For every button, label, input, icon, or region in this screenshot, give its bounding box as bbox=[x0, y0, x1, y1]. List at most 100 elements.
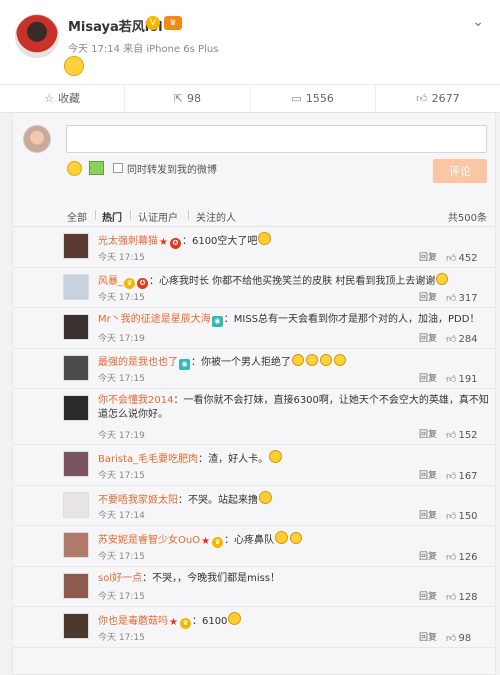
reply-button[interactable]: 回复 bbox=[419, 630, 437, 643]
tab-hot[interactable]: 热门 bbox=[102, 209, 122, 224]
favorite-label: 收藏 bbox=[58, 92, 81, 105]
comment-like-button[interactable]: 👍︎ 98 bbox=[446, 632, 471, 644]
laughing-emoji-icon bbox=[334, 353, 346, 366]
monkey-emoji-icon bbox=[290, 532, 303, 544]
commenter-avatar[interactable] bbox=[63, 613, 89, 639]
comment-like-button[interactable]: 👍︎ 128 bbox=[446, 591, 478, 603]
comment-like-count: 128 bbox=[458, 592, 478, 603]
reply-button[interactable]: 回复 bbox=[419, 589, 437, 602]
comment-panel: 同时转发到我的微博 评论 全部 热门 认证用户 关注的人 共500条 光太强刺幕… bbox=[12, 113, 497, 675]
reply-button[interactable]: 回复 bbox=[419, 508, 437, 521]
commenter-avatar[interactable] bbox=[63, 491, 89, 518]
repost-checkbox[interactable] bbox=[113, 163, 123, 173]
comment-like-button[interactable]: 👍︎ 452 bbox=[446, 252, 478, 264]
comment-like-count: 152 bbox=[458, 430, 478, 441]
commenter-avatar[interactable] bbox=[63, 532, 89, 558]
comment-item: 不要唔我家姬太阳：不哭。站起来撸 今天 17:14 回复 👍︎ 150 bbox=[13, 486, 497, 526]
gold-badge-icon: ♛ bbox=[212, 537, 224, 548]
comment-time: 今天 17:14 bbox=[98, 511, 145, 521]
commenter-avatar[interactable] bbox=[63, 451, 89, 477]
comment-time: 今天 17:19 bbox=[98, 431, 145, 441]
comment-like-button[interactable]: 👍︎ 317 bbox=[446, 292, 478, 304]
commenter-avatar[interactable] bbox=[63, 314, 89, 340]
comment-item: 你也是毒蘑菇吗★ ♛ ：6100 今天 17:15 回复 👍︎ 98 bbox=[13, 607, 497, 648]
comment-button[interactable]: ▭ 1556 bbox=[251, 85, 376, 112]
favorite-button[interactable]: ☆ 收藏 bbox=[0, 85, 126, 112]
comment-time: 今天 17:19 bbox=[98, 333, 145, 344]
commenter-avatar[interactable] bbox=[63, 354, 89, 381]
comment-time: 今天 17:15 bbox=[98, 470, 145, 481]
comment-filter-tabs: 全部 热门 认证用户 关注的人 共500条 bbox=[13, 205, 497, 227]
post-header: Misaya若风lol V ♛ 今天 17:14 来自 iPhone 6s Pl… bbox=[0, 0, 500, 84]
commenter-avatar[interactable] bbox=[63, 572, 89, 599]
comment-like-button[interactable]: 👍︎ 126 bbox=[446, 551, 478, 563]
comment-body: 你也是毒蘑菇吗★ ♛ ：6100 bbox=[98, 612, 492, 629]
member-badge-icon: ◉ bbox=[179, 358, 190, 370]
cat-emoji-icon bbox=[228, 612, 242, 625]
comment-item: 最强的是我也也了 ◉ ：你被一个男人拒绝了 今天 17:15 回复 👍︎ 191 bbox=[13, 349, 497, 389]
author-avatar[interactable] bbox=[15, 14, 59, 58]
commenter-name[interactable]: Mr丶我的征途是星辰大海 bbox=[98, 314, 211, 325]
comment-item: 光太强刺幕猫★ ✪ ：6100空大了吧 今天 17:15 回复 👍︎ 452 bbox=[13, 227, 497, 268]
comment-like-button[interactable]: 👍︎ 191 bbox=[446, 373, 478, 385]
repost-button[interactable]: ⇱ 98 bbox=[125, 85, 251, 112]
comment-time: 今天 17:15 bbox=[98, 551, 145, 562]
thumbs-up-icon: 👍︎ bbox=[446, 632, 457, 644]
post-meta: 今天 17:14 来自 iPhone 6s Plus bbox=[68, 44, 219, 55]
comment-like-button[interactable]: 👍︎ 150 bbox=[446, 510, 478, 522]
emoji-icon[interactable] bbox=[67, 161, 82, 176]
reply-button[interactable]: 回复 bbox=[419, 468, 437, 481]
tab-divider bbox=[95, 210, 96, 220]
commenter-name[interactable]: 光太强刺幕猫 bbox=[98, 236, 158, 247]
comment-text: ：不哭。站起来撸 bbox=[178, 494, 258, 506]
thumbs-up-icon: 👍︎ bbox=[446, 592, 457, 603]
reply-button[interactable]: 回复 bbox=[419, 290, 437, 303]
star-icon: ★ bbox=[201, 536, 211, 547]
commenter-name[interactable]: 你不会懂我2014 bbox=[98, 395, 173, 406]
reply-button[interactable]: 回复 bbox=[419, 549, 437, 562]
comment-submit-button[interactable]: 评论 bbox=[433, 159, 487, 183]
tab-all[interactable]: 全部 bbox=[67, 209, 87, 224]
reply-button[interactable]: 回复 bbox=[419, 250, 437, 263]
comment-like-button[interactable]: 👍︎ 152 bbox=[446, 429, 478, 441]
reply-button[interactable]: 回复 bbox=[419, 371, 437, 384]
comment-text: ：不哭，，今晚我们都是miss！ bbox=[142, 572, 281, 584]
comment-body: 最强的是我也也了 ◉ ：你被一个男人拒绝了 bbox=[98, 353, 492, 370]
commenter-avatar[interactable] bbox=[63, 233, 89, 259]
commenter-name[interactable]: 你也是毒蘑菇吗 bbox=[98, 616, 168, 627]
comment-like-count: 167 bbox=[458, 470, 478, 482]
tab-verified[interactable]: 认证用户 bbox=[138, 209, 178, 224]
commenter-name[interactable]: Barista_毛毛要吃肥肉 bbox=[98, 454, 198, 465]
comment-item: 你不会懂我2014：一看你就不会打妹，直接6300啊，让她天个不会空大的英雄，真… bbox=[13, 389, 497, 445]
comment-body: 苏安妮是睿智少女OuO★ ♛ ：心疼鼻队 bbox=[98, 531, 492, 548]
comment-body: Barista_毛毛要吃肥肉：渣，好人卡。 bbox=[98, 450, 492, 467]
comment-like-count: 150 bbox=[458, 511, 478, 522]
comment-like-button[interactable]: 👍︎ 167 bbox=[446, 470, 478, 482]
tab-divider bbox=[130, 210, 131, 220]
commenter-name[interactable]: sol好一点 bbox=[98, 573, 142, 584]
commenter-avatar[interactable] bbox=[63, 273, 89, 300]
comment-body: sol好一点：不哭，，今晚我们都是miss！ bbox=[98, 572, 492, 586]
comment-item: Barista_毛毛要吃肥肉：渣，好人卡。 今天 17:15 回复 👍︎ 167 bbox=[13, 445, 497, 486]
image-icon[interactable] bbox=[89, 161, 104, 175]
tab-following[interactable]: 关注的人 bbox=[196, 209, 236, 224]
comment-body: 风暴_ ♛ ✪ ：心疼我时长 你都不给他买挽笑兰的皮肤 村民看到我顶上去谢谢 bbox=[98, 272, 492, 289]
vip-icon: ♛ bbox=[164, 16, 182, 30]
comment-input[interactable] bbox=[66, 125, 487, 153]
star-icon: ☆ bbox=[44, 92, 55, 105]
level-badge-icon: ✪ bbox=[137, 277, 148, 289]
commenter-name[interactable]: 苏安妮是睿智少女OuO bbox=[98, 535, 200, 546]
comment-like-count: 284 bbox=[458, 333, 478, 345]
reply-button[interactable]: 回复 bbox=[419, 427, 437, 440]
commenter-name[interactable]: 风暴_ bbox=[98, 276, 123, 287]
crying-face-emoji-icon bbox=[64, 56, 84, 76]
commenter-name[interactable]: 不要唔我家姬太阳 bbox=[98, 495, 178, 506]
thumbs-up-icon: 👍︎ bbox=[446, 511, 457, 522]
like-button[interactable]: 👍︎ 2677 bbox=[376, 85, 500, 112]
commenter-name[interactable]: 最强的是我也也了 bbox=[98, 357, 178, 368]
reply-button[interactable]: 回复 bbox=[419, 331, 437, 344]
commenter-avatar[interactable] bbox=[63, 395, 89, 421]
chevron-down-icon[interactable]: ⌄ bbox=[472, 14, 484, 30]
finger-emoji-icon bbox=[292, 353, 304, 366]
comment-like-button[interactable]: 👍︎ 284 bbox=[446, 333, 478, 345]
